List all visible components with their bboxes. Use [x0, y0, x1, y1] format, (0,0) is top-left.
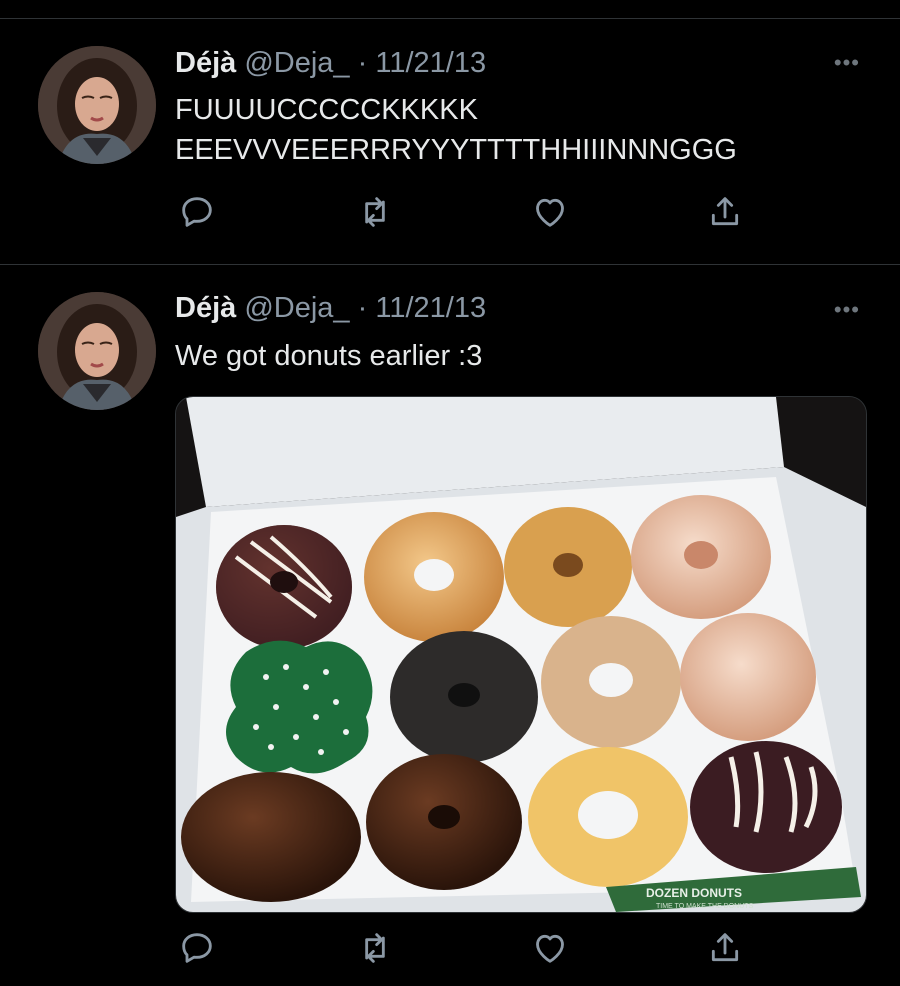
- tweet-header: Déjà @Deja_ · 11/21/13: [175, 45, 486, 81]
- handle[interactable]: @Deja_: [244, 292, 349, 324]
- display-name[interactable]: Déjà: [175, 47, 236, 79]
- tweet-media[interactable]: DOZEN DONUTS TIME TO MAKE THE DONUTS: [175, 396, 867, 913]
- avatar[interactable]: [38, 46, 156, 164]
- handle[interactable]: @Deja_: [244, 47, 349, 79]
- tweet-1[interactable]: Déjà @Deja_ · 11/21/13 ••• FUUUUCCCCCKKK…: [0, 0, 900, 262]
- profile-photo-icon: [38, 292, 156, 410]
- more-options-icon[interactable]: •••: [834, 297, 860, 323]
- retweet-icon[interactable]: [355, 928, 395, 968]
- like-icon[interactable]: [530, 928, 570, 968]
- share-icon[interactable]: [705, 928, 745, 968]
- box-print-text: DOZEN DONUTS: [646, 886, 742, 900]
- tweet-header: Déjà @Deja_ · 11/21/13: [175, 290, 486, 326]
- like-icon[interactable]: [530, 192, 570, 232]
- tweet-date[interactable]: 11/21/13: [375, 47, 486, 79]
- tweet-2[interactable]: Déjà @Deja_ · 11/21/13 ••• We got donuts…: [0, 265, 900, 986]
- retweet-icon[interactable]: [355, 192, 395, 232]
- separator-dot: ·: [357, 292, 368, 324]
- avatar[interactable]: [38, 292, 156, 410]
- display-name[interactable]: Déjà: [175, 292, 236, 324]
- separator-dot: ·: [357, 47, 368, 79]
- tweet-text: FUUUUCCCCCKKKKK EEEVVVEEERRRYYYTTTTHHIII…: [175, 94, 737, 166]
- tweet-actions: [175, 928, 755, 968]
- tweet-date[interactable]: 11/21/13: [375, 292, 486, 324]
- tweet-actions: [175, 192, 755, 232]
- more-options-icon[interactable]: •••: [834, 50, 860, 76]
- donut-box-photo-icon: DOZEN DONUTS TIME TO MAKE THE DONUTS: [176, 397, 866, 912]
- profile-photo-icon: [38, 46, 156, 164]
- reply-icon[interactable]: [177, 928, 217, 968]
- share-icon[interactable]: [705, 192, 745, 232]
- tweet-text: We got donuts earlier :3: [175, 340, 483, 372]
- box-tagline-text: TIME TO MAKE THE DONUTS: [656, 903, 754, 910]
- reply-icon[interactable]: [177, 192, 217, 232]
